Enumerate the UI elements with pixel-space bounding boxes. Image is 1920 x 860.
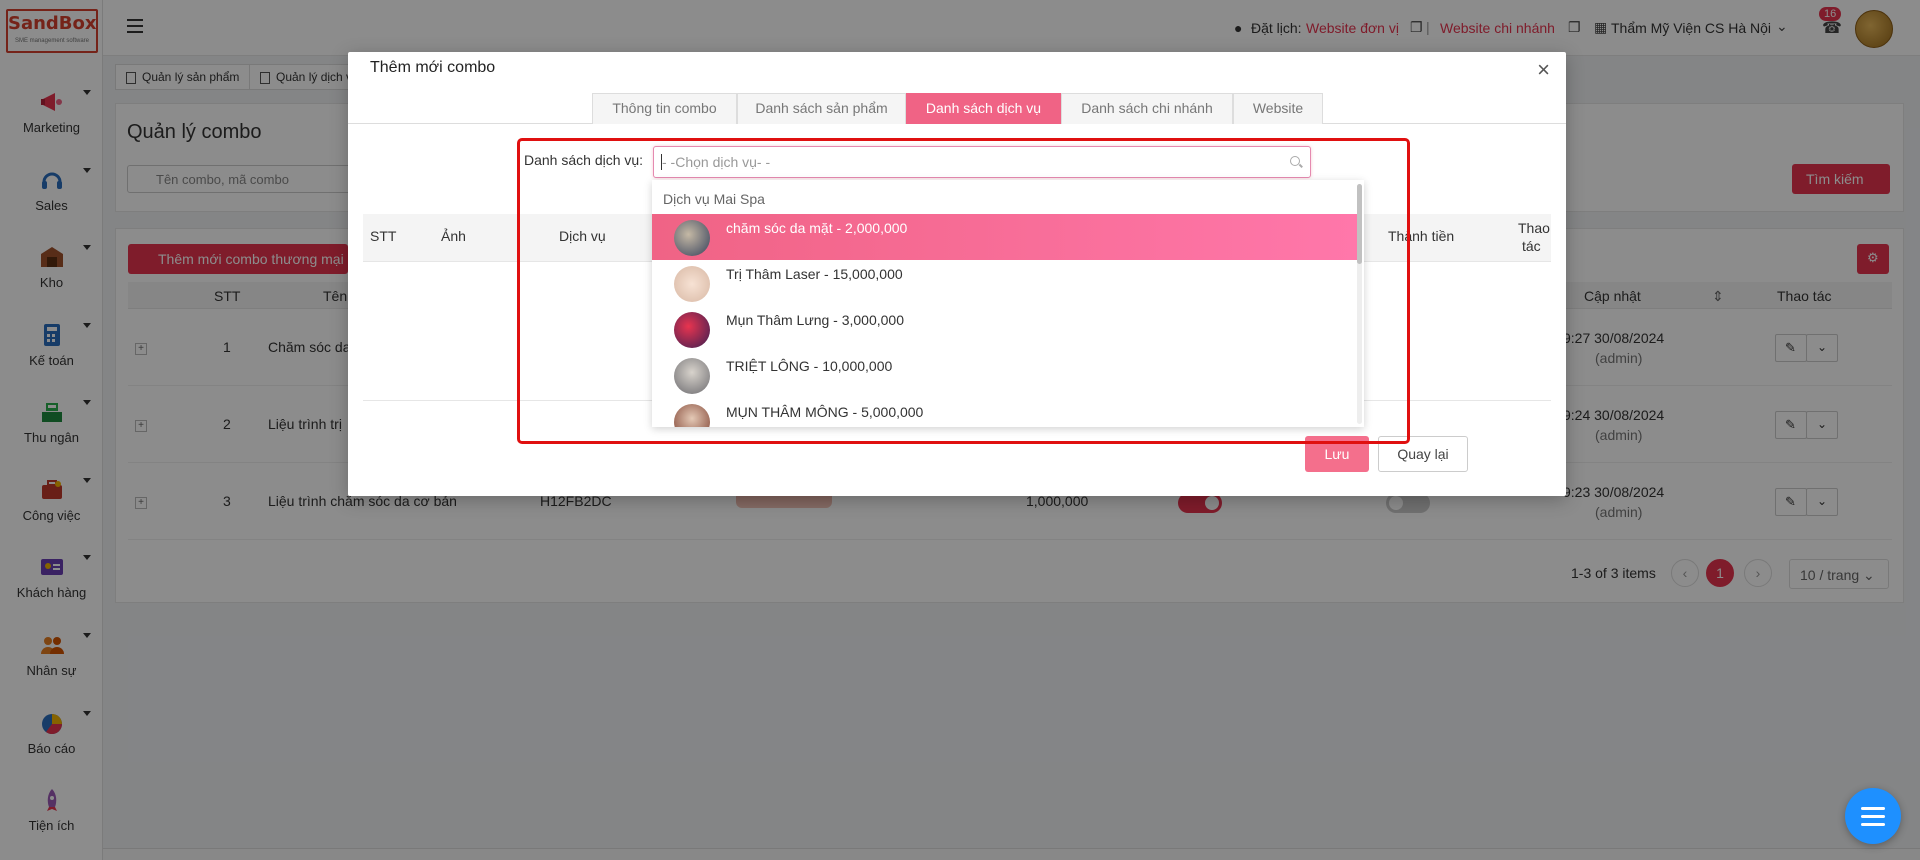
- col-actions-2: tác: [1522, 238, 1541, 254]
- col-actions-1: Thao: [1518, 220, 1550, 236]
- tab-thong-tin-combo[interactable]: Thông tin combo: [592, 93, 737, 124]
- tab-danh-sach-dich-vu[interactable]: Danh sách dịch vụ: [906, 93, 1061, 124]
- close-icon[interactable]: ×: [1537, 59, 1550, 81]
- highlight-annotation-box: [517, 138, 1410, 444]
- col-stt: STT: [370, 228, 397, 244]
- tab-danh-sach-san-pham[interactable]: Danh sách sản phẩm: [737, 93, 906, 124]
- modal-title: Thêm mới combo: [370, 59, 496, 76]
- col-image: Ảnh: [441, 228, 466, 244]
- tab-danh-sach-chi-nhanh[interactable]: Danh sách chi nhánh: [1061, 93, 1233, 124]
- tab-website[interactable]: Website: [1233, 93, 1323, 124]
- floating-menu-button[interactable]: [1845, 788, 1901, 844]
- modal-tabs: Thông tin combo Danh sách sản phẩm Danh …: [348, 93, 1566, 124]
